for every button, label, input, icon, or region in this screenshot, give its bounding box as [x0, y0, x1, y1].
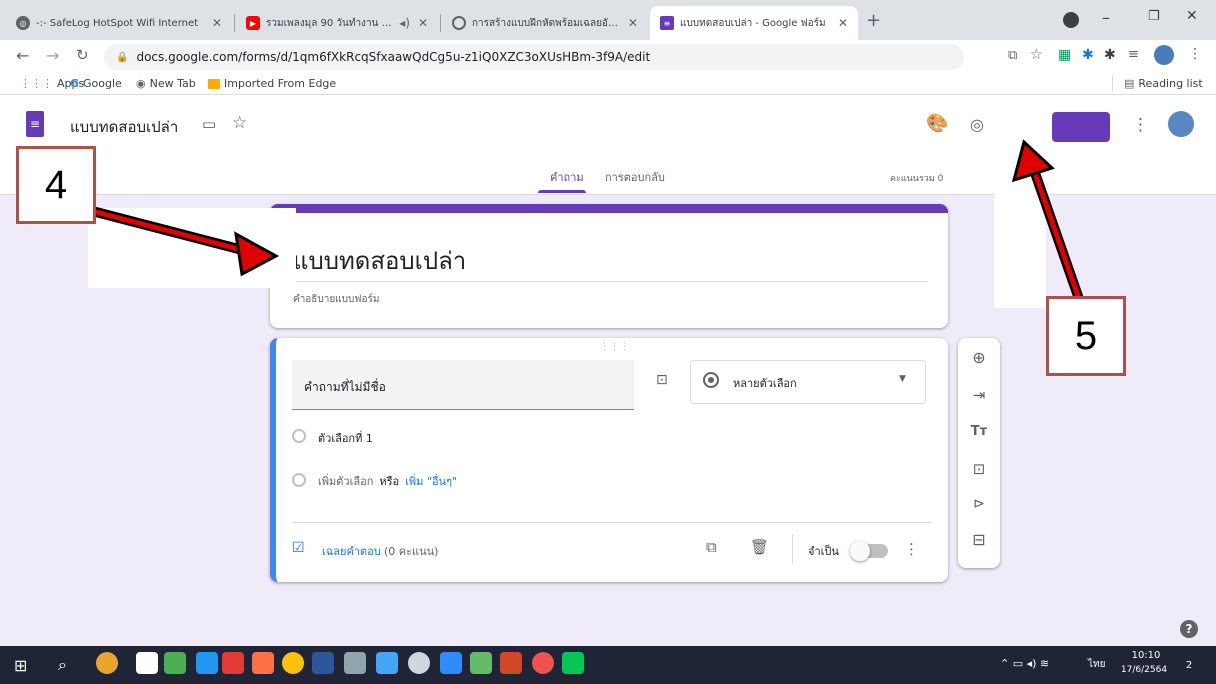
app-icon[interactable]	[344, 652, 366, 674]
clock-date[interactable]: 17/6/2564	[1114, 665, 1174, 675]
notification-count: 2	[1185, 659, 1193, 671]
annotation-label-4: 4	[16, 146, 96, 224]
app-icon[interactable]	[376, 652, 398, 674]
windows-start-icon[interactable]: ⊞	[14, 656, 27, 675]
annotation-label-5: 5	[1046, 296, 1126, 376]
app-icon[interactable]	[282, 652, 304, 674]
tray-icons[interactable]: ⌃ ▭ ◂) ≋	[1000, 657, 1049, 670]
zoom-icon[interactable]	[440, 652, 462, 674]
clock-time[interactable]: 10:10	[1126, 650, 1166, 661]
notification-center[interactable]: 2	[1178, 654, 1200, 676]
vlc-icon[interactable]	[252, 652, 274, 674]
app-icon[interactable]	[470, 652, 492, 674]
line-icon[interactable]	[562, 652, 584, 674]
acrobat-icon[interactable]	[222, 652, 244, 674]
app-icon[interactable]	[196, 652, 218, 674]
powerpoint-icon[interactable]	[500, 652, 522, 674]
chrome-icon[interactable]	[96, 652, 118, 674]
word-icon[interactable]	[312, 652, 334, 674]
store-icon[interactable]	[136, 652, 158, 674]
app-icon[interactable]	[408, 652, 430, 674]
app-icon[interactable]	[164, 652, 186, 674]
app-icon[interactable]	[532, 652, 554, 674]
arrow-to-send	[1011, 139, 1083, 301]
search-icon[interactable]: ⌕	[58, 655, 67, 675]
arrow-to-title	[91, 207, 280, 277]
annotation-arrows	[91, 139, 1083, 301]
input-language[interactable]: ไทย	[1088, 657, 1105, 672]
